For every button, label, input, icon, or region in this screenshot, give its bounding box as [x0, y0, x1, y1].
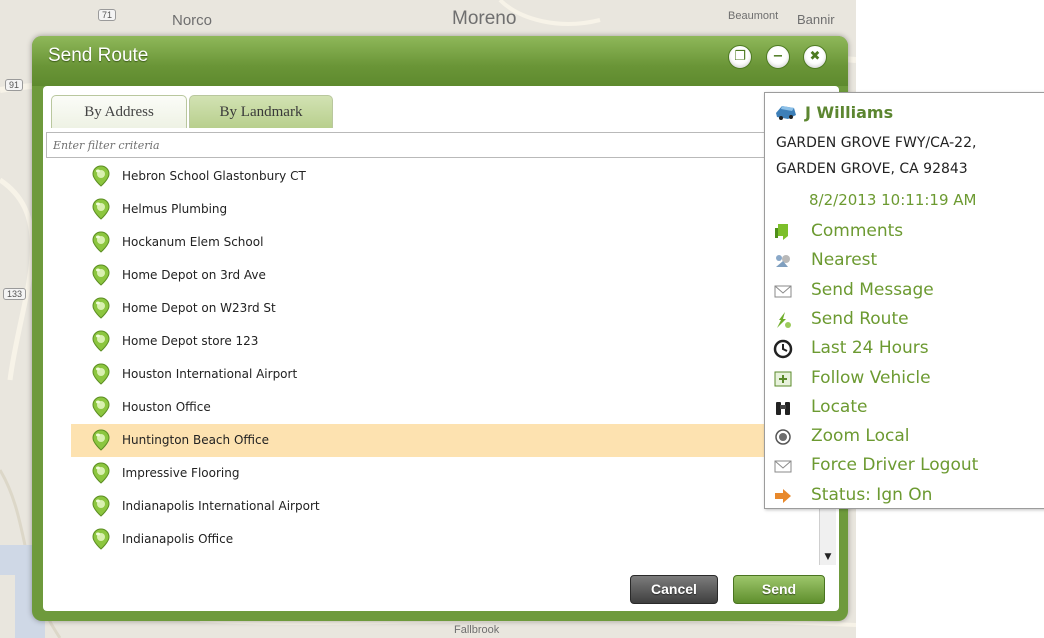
landmark-pin-icon [92, 462, 110, 484]
landmark-label: Houston International Airport [122, 367, 298, 381]
landmark-pin-icon [92, 363, 110, 385]
filter-input[interactable] [47, 133, 835, 157]
filter-field [46, 132, 836, 158]
landmark-label: Indianapolis International Airport [122, 499, 320, 513]
menu-item-last-24-hours[interactable]: Last 24 Hours [765, 335, 1044, 363]
menu-item-comments[interactable]: Comments [765, 218, 1044, 246]
map-shield-91: 91 [5, 79, 24, 91]
vehicle-info-popup: J Williams GARDEN GROVE FWY/CA-22, GARDE… [764, 92, 1044, 509]
dialog-titlebar[interactable]: Send Route ❐ − ✖ [32, 36, 848, 86]
menu-item-send-route[interactable]: Send Route [765, 306, 1044, 334]
menu-item-label: Zoom Local [811, 426, 910, 446]
minimize-window-icon[interactable]: − [766, 45, 790, 69]
menu-item-label: Comments [811, 221, 904, 241]
landmark-list-item[interactable]: Home Depot store 123 [46, 325, 818, 358]
landmark-pin-icon [92, 429, 110, 451]
landmark-list-item[interactable]: Home Depot on 3rd Ave [46, 259, 818, 292]
landmark-pin-icon [92, 495, 110, 517]
close-icon[interactable]: ✖ [803, 45, 827, 69]
landmark-label: Home Depot on W23rd St [122, 301, 276, 315]
menu-item-label: Send Route [811, 309, 909, 329]
landmark-list: Hebron School Glastonbury CT Helmus Plumb… [46, 164, 818, 565]
landmark-pin-icon [92, 198, 110, 220]
map-shield-71: 71 [98, 9, 117, 21]
landmark-label: Hebron School Glastonbury CT [122, 169, 306, 183]
menu-item-follow-vehicle[interactable]: Follow Vehicle [765, 365, 1044, 393]
address-line-1: GARDEN GROVE FWY/CA-22, [776, 135, 977, 151]
menu-item-zoom-local[interactable]: Zoom Local [765, 423, 1044, 451]
tab-by-address[interactable]: By Address [51, 95, 187, 128]
scroll-down-arrow-icon[interactable]: ▼ [820, 549, 836, 565]
landmark-list-item[interactable]: Hebron School Glastonbury CT [46, 164, 818, 193]
landmark-list-item[interactable]: Home Depot on W23rd St [46, 292, 818, 325]
menu-item-label: Send Message [811, 280, 934, 300]
menu-item-send-message[interactable]: Send Message [765, 277, 1044, 305]
landmark-list-item[interactable]: Hockanum Elem School [46, 226, 818, 259]
landmark-list-item[interactable]: Helmus Plumbing [46, 193, 818, 226]
map-label-beaumont: Beaumont [728, 10, 779, 22]
landmark-pin-icon [92, 297, 110, 319]
tab-by-landmark[interactable]: By Landmark [189, 95, 333, 128]
landmark-pin-icon [92, 330, 110, 352]
timestamp: 8/2/2013 10:11:19 AM [809, 191, 977, 209]
menu-item-label: Nearest [811, 250, 878, 270]
dialog-title: Send Route [48, 45, 149, 66]
landmark-list-item[interactable]: Indianapolis Office [46, 523, 818, 556]
landmark-label: Hockanum Elem School [122, 235, 264, 249]
menu-item-nearest[interactable]: Nearest [765, 247, 1044, 275]
map-label-moreno: Moreno [452, 8, 517, 29]
dialog-body: By Address By Landmark Hebron School Gla… [43, 86, 839, 611]
cancel-button[interactable]: Cancel [630, 575, 718, 604]
menu-item-label: Last 24 Hours [811, 338, 929, 358]
restore-window-icon[interactable]: ❐ [728, 45, 752, 69]
send-button[interactable]: Send [733, 575, 825, 604]
binoculars-icon [776, 402, 790, 415]
landmark-label: Home Depot on 3rd Ave [122, 268, 266, 282]
landmark-label: Impressive Flooring [122, 466, 240, 480]
landmark-label: Home Depot store 123 [122, 334, 259, 348]
envelope-icon [774, 460, 792, 473]
menu-item-force-driver-logout[interactable]: Force Driver Logout [765, 452, 1044, 480]
landmark-pin-icon [92, 231, 110, 253]
landmark-list-item[interactable]: Indianapolis International Airport [46, 490, 818, 523]
menu-item-label: Follow Vehicle [811, 368, 931, 388]
route-icon [777, 312, 791, 328]
landmark-list-item[interactable]: Houston Office [46, 391, 818, 424]
landmark-list-item[interactable]: Impressive Flooring [46, 457, 818, 490]
landmark-label: Helmus Plumbing [122, 202, 228, 216]
landmark-label: Houston Office [122, 400, 211, 414]
landmark-label: Huntington Beach Office [122, 433, 269, 447]
menu-item-label: Force Driver Logout [811, 455, 979, 475]
send-route-dialog: Send Route ❐ − ✖ By Address By Landmark … [32, 36, 848, 621]
landmark-list-item[interactable]: Huntington Beach Office [71, 424, 818, 457]
follow-icon [774, 371, 792, 387]
driver-name[interactable]: J Williams [805, 103, 893, 122]
nearest-icon [776, 255, 790, 267]
map-shield-133: 133 [3, 288, 27, 300]
menu-item-status-ign-on[interactable]: Status: Ign On [765, 482, 1044, 510]
landmark-label: Indianapolis Office [122, 532, 234, 546]
landmark-pin-icon [92, 264, 110, 286]
map-label-bannir: Bannir [797, 12, 835, 27]
landmark-pin-icon [92, 528, 110, 550]
map-label-fallbrook: Fallbrook [454, 624, 500, 636]
envelope-icon [774, 285, 792, 298]
menu-item-locate[interactable]: Locate [765, 394, 1044, 422]
comments-icon [775, 224, 788, 240]
landmark-pin-icon [92, 396, 110, 418]
menu-item-label: Status: Ign On [811, 485, 933, 505]
arrow-right-icon [775, 489, 791, 503]
map-label-norco: Norco [172, 12, 213, 29]
clock-icon [773, 339, 793, 359]
truck-icon [776, 106, 796, 120]
landmark-pin-icon [92, 165, 110, 187]
landmark-list-item[interactable]: Houston International Airport [46, 358, 818, 391]
address-line-2: GARDEN GROVE, CA 92843 [776, 161, 968, 177]
zoom-icon [775, 429, 791, 445]
menu-item-label: Locate [811, 397, 868, 417]
